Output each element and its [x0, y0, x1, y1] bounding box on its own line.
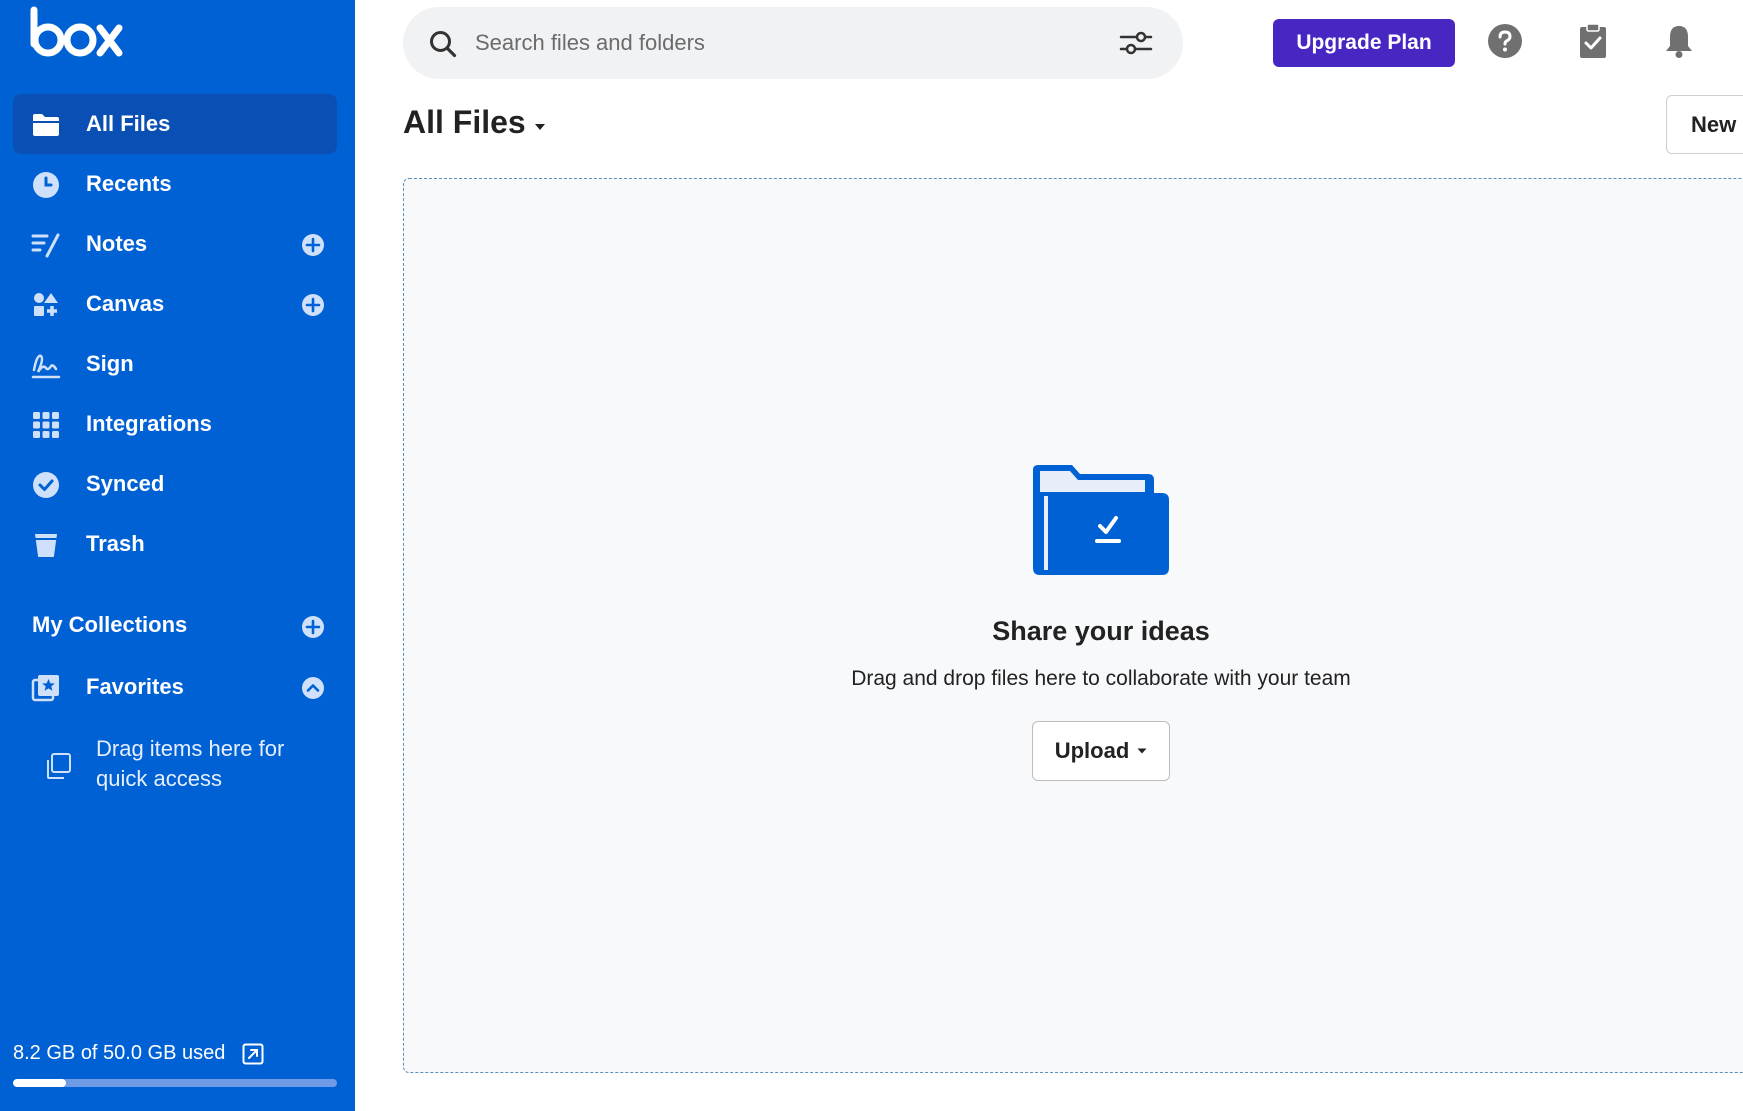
sidebar-item-trash[interactable]: Trash — [13, 514, 337, 574]
search-icon — [430, 31, 457, 58]
sidebar-item-notes[interactable]: Notes — [13, 214, 337, 274]
upload-button[interactable]: Upload — [1032, 721, 1170, 781]
sidebar-item-label: Canvas — [86, 291, 165, 316]
sidebar-item-label: Recents — [86, 171, 172, 196]
bell-icon[interactable] — [1660, 22, 1698, 60]
favorites-empty-hint: Drag items here for quick access — [44, 734, 334, 798]
favorites-hint-text: Drag items here for quick access — [96, 736, 285, 791]
sidebar-item-all-files[interactable]: All Files — [13, 94, 337, 154]
add-canvas-button[interactable] — [301, 293, 325, 317]
chevron-down-icon — [534, 123, 545, 130]
help-icon[interactable] — [1486, 22, 1524, 60]
empty-state-title: Share your ideas — [992, 616, 1210, 646]
canvas-icon — [31, 290, 61, 320]
sidebar: All Files Recents Notes Canvas Sign Inte… — [0, 0, 355, 1111]
notes-icon — [31, 230, 61, 260]
trash-icon — [31, 530, 61, 560]
search-bar — [403, 7, 1183, 79]
sidebar-item-favorites[interactable]: Favorites — [13, 657, 337, 717]
page-title-text: All Files — [403, 104, 526, 140]
clock-icon — [31, 170, 61, 200]
sidebar-item-canvas[interactable]: Canvas — [13, 274, 337, 334]
search-input[interactable] — [475, 7, 1095, 79]
sidebar-item-synced[interactable]: Synced — [13, 454, 337, 514]
sidebar-item-label: Trash — [86, 531, 145, 556]
favorites-star-icon — [31, 673, 61, 703]
upload-button-label: Upload — [1054, 738, 1130, 763]
tasks-icon[interactable] — [1574, 22, 1612, 60]
filter-icon[interactable] — [1119, 30, 1153, 56]
copy-icon — [47, 753, 71, 779]
sidebar-item-integrations[interactable]: Integrations — [13, 394, 337, 454]
sidebar-item-label: Synced — [86, 471, 165, 496]
empty-state-subtitle: Drag and drop files here to collaborate … — [851, 667, 1351, 690]
chevron-down-icon — [1137, 748, 1147, 754]
sidebar-item-label: All Files — [86, 111, 171, 136]
upgrade-plan-button[interactable]: Upgrade Plan — [1273, 19, 1455, 67]
storage-text: 8.2 GB of 50.0 GB used — [13, 1042, 226, 1064]
new-button[interactable]: New — [1666, 95, 1743, 154]
grid-icon — [31, 410, 61, 440]
file-drop-zone[interactable]: Share your ideas Drag and drop files her… — [403, 178, 1743, 1073]
page-title[interactable]: All Files — [403, 104, 546, 141]
sidebar-item-sign[interactable]: Sign — [13, 334, 337, 394]
check-circle-icon — [31, 470, 61, 500]
add-note-button[interactable] — [301, 233, 325, 257]
storage-progress-fill — [13, 1079, 67, 1087]
sidebar-item-label: Integrations — [86, 411, 212, 436]
sidebar-item-label: Sign — [86, 351, 134, 376]
signature-icon — [31, 350, 61, 380]
add-collection-button[interactable] — [301, 615, 325, 639]
external-link-icon[interactable] — [242, 1043, 264, 1065]
storage-usage: 8.2 GB of 50.0 GB used — [13, 1042, 337, 1087]
collections-heading[interactable]: My Collections — [32, 612, 187, 638]
storage-progress-bar — [13, 1079, 337, 1087]
sidebar-item-recents[interactable]: Recents — [13, 154, 337, 214]
box-logo[interactable] — [30, 6, 125, 58]
folder-check-illustration — [1033, 465, 1169, 575]
collapse-favorites-button[interactable] — [301, 676, 325, 700]
folder-icon — [31, 110, 61, 140]
sidebar-item-label: Notes — [86, 231, 148, 256]
empty-state: Share your ideas Drag and drop files her… — [841, 462, 1361, 781]
sidebar-item-label: Favorites — [86, 674, 184, 699]
